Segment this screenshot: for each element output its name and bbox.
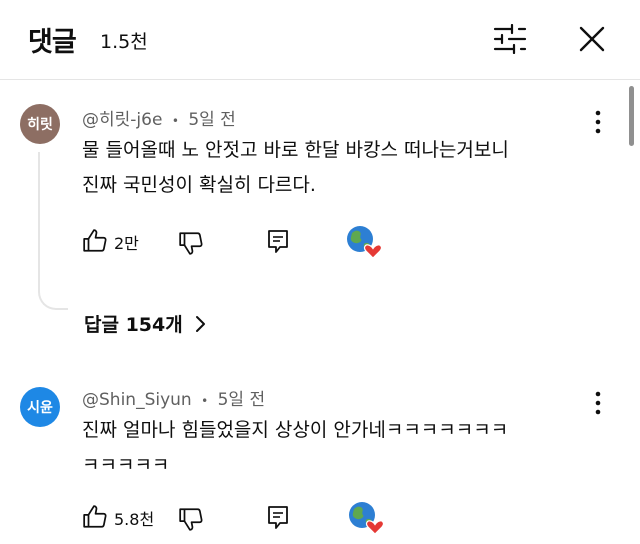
thumbs-down-icon[interactable] bbox=[178, 230, 204, 256]
comment-icon[interactable] bbox=[266, 504, 290, 530]
avatar-initials: 시윤 bbox=[27, 400, 53, 416]
sliders-icon[interactable] bbox=[492, 24, 528, 54]
thread-connector bbox=[38, 152, 68, 310]
comment-text-line: ㅋㅋㅋㅋㅋ bbox=[82, 454, 170, 476]
more-vert-icon[interactable] bbox=[588, 391, 608, 415]
view-replies-button[interactable]: 답글 154개 bbox=[84, 310, 207, 337]
comment-text: 진짜 얼마나 힘들었을지 상상이 안가네ㅋㅋㅋㅋㅋㅋㅋ ㅋㅋㅋㅋㅋ bbox=[82, 413, 622, 483]
chevron-right-icon bbox=[195, 315, 205, 332]
comment-meta: @히릿-j6e • 5일 전 bbox=[82, 105, 236, 130]
thumbs-up-icon[interactable] bbox=[82, 228, 108, 254]
comment-icon[interactable] bbox=[266, 228, 290, 254]
comment-count: 1.5천 bbox=[100, 31, 148, 53]
avatar-initials: 히릿 bbox=[27, 117, 53, 133]
scrollbar[interactable] bbox=[629, 86, 634, 146]
comment-time: 5일 전 bbox=[217, 390, 266, 410]
like-count: 5.8천 bbox=[114, 510, 155, 529]
panel-title: 댓글 bbox=[28, 27, 77, 58]
like-count: 2만 bbox=[114, 234, 139, 253]
thumbs-down-icon[interactable] bbox=[178, 506, 204, 532]
view-replies-label: 답글 154개 bbox=[84, 314, 183, 336]
meta-separator: • bbox=[171, 114, 179, 128]
avatar[interactable]: 히릿 bbox=[20, 104, 60, 144]
more-vert-icon[interactable] bbox=[588, 110, 608, 134]
meta-separator: • bbox=[201, 394, 209, 408]
comment-meta: @Shin_Siyun • 5일 전 bbox=[82, 385, 265, 410]
author-handle[interactable]: @히릿-j6e bbox=[82, 110, 162, 130]
close-icon[interactable] bbox=[578, 25, 606, 53]
comment-text-line: 진짜 얼마나 힘들었을지 상상이 안가네ㅋㅋㅋㅋㅋㅋㅋ bbox=[82, 419, 509, 441]
globe-heart-icon bbox=[347, 226, 383, 259]
comment-text: 물 들어올때 노 안젓고 바로 한달 바캉스 떠나는거보니 진짜 국민성이 확실… bbox=[82, 133, 622, 203]
comment-time: 5일 전 bbox=[188, 110, 236, 130]
author-handle[interactable]: @Shin_Siyun bbox=[82, 390, 192, 410]
comment-text-line: 진짜 국민성이 확실히 다르다. bbox=[82, 174, 316, 196]
header-divider bbox=[0, 79, 640, 80]
thumbs-up-icon[interactable] bbox=[82, 504, 108, 530]
avatar[interactable]: 시윤 bbox=[20, 387, 60, 427]
globe-heart-icon bbox=[349, 502, 385, 535]
comment-text-line: 물 들어올때 노 안젓고 바로 한달 바캉스 떠나는거보니 bbox=[82, 139, 509, 161]
